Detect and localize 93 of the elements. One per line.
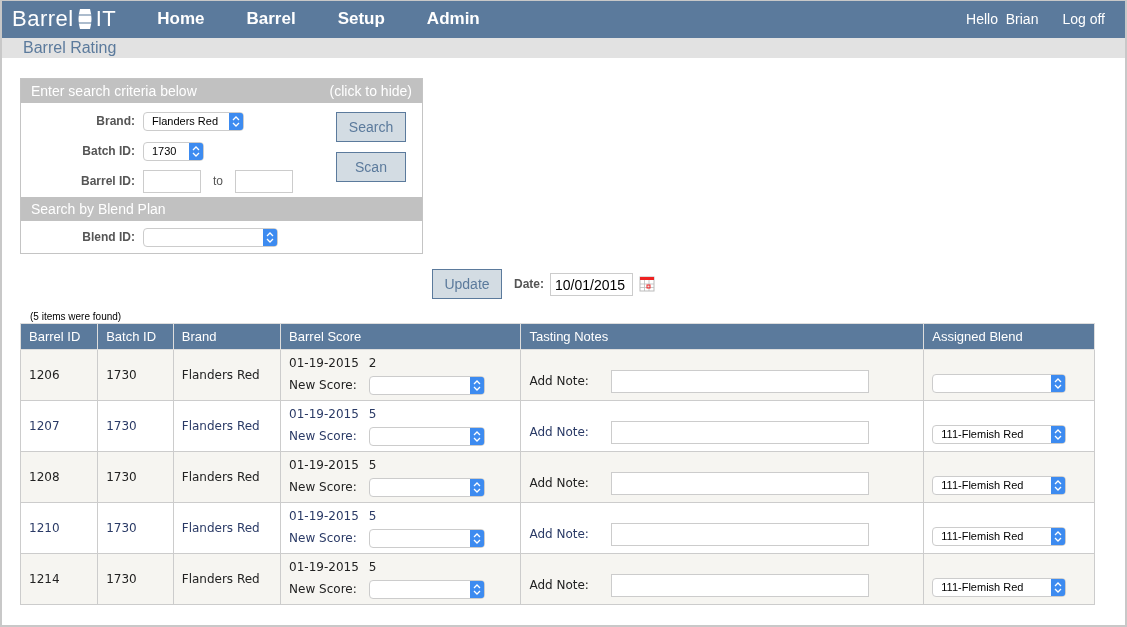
table-cell: 1206 [20,349,98,401]
result-count: (5 items were found) [30,311,123,322]
table-cell: Flanders Red [173,400,281,452]
column-header: Brand [173,323,281,350]
score-dropdown[interactable] [368,528,485,548]
nav-link[interactable]: Home [157,9,205,30]
date-label: Date: [514,277,544,291]
field-label: Batch ID: [81,144,135,158]
note-field[interactable] [610,369,869,393]
table-cell: 1214 [20,553,98,605]
caret-icon [1051,425,1066,443]
section-title: Search by Blend Plan [31,201,166,217]
score-date: 01-19-2015 [289,508,359,523]
panel-title: Enter search criteria below [31,83,197,99]
barrel-icon [76,8,93,31]
table-cell: 1730 [97,502,174,554]
score-dropdown[interactable] [368,426,485,446]
field-label: Blend ID: [81,230,135,244]
table-cell: 1730 [97,349,174,401]
score-dropdown[interactable] [368,375,485,395]
range-label: to [213,174,223,188]
table-cell: 1730 [97,553,174,605]
score-dropdown[interactable] [368,579,485,599]
score-value: 5 [368,559,377,574]
nav-link[interactable]: Setup [337,9,385,30]
score-value: 5 [368,508,377,523]
table-cell: Flanders Red [173,349,281,401]
date-field[interactable]: 10/01/2015 [550,272,633,296]
logo-text: Barrel [12,6,74,33]
field-label: New Score: [289,480,357,494]
note-field[interactable] [610,522,869,546]
greeting-text: Hello Brian [966,11,1039,28]
nav-link[interactable]: Barrel [246,9,296,30]
note-field[interactable] [610,471,869,495]
blend-dropdown[interactable] [932,373,1067,393]
calendar-icon[interactable] [639,276,655,292]
caret-icon [1051,476,1066,494]
score-value: 2 [368,355,377,370]
field-label: New Score: [289,429,357,443]
caret-icon [229,112,243,130]
blend-dropdown[interactable]: 111-Flemish Red [932,424,1067,444]
field-label: Add Note: [529,527,589,541]
table-cell: 1208 [20,451,98,503]
column-header: Barrel Score [280,323,521,350]
caret-icon [1051,578,1066,596]
column-header: Assigned Blend [923,323,1095,350]
table-cell: 1210 [20,502,98,554]
score-value: 5 [368,406,377,421]
input-field[interactable] [143,169,201,193]
action-button[interactable]: Search [336,112,406,142]
note-field[interactable] [610,573,869,597]
table-cell: 1730 [97,400,174,452]
caret-icon [189,142,203,160]
field-label: Brand: [95,114,135,128]
logo-text: IT [95,6,117,33]
table-cell: Flanders Red [173,451,281,503]
input-field[interactable] [235,169,293,193]
column-header: Batch ID [97,323,174,350]
score-date: 01-19-2015 [289,406,359,421]
field-label: Barrel ID: [79,174,135,188]
table-cell: 1207 [20,400,98,452]
score-value: 5 [368,457,377,472]
action-button[interactable]: Scan [336,152,406,182]
blend-dropdown[interactable]: 111-Flemish Red [932,526,1067,546]
field-label: Add Note: [529,374,589,388]
field-label: New Score: [289,378,357,392]
field-label: Add Note: [529,476,589,490]
field-label: New Score: [289,531,357,545]
caret-icon [1051,527,1066,545]
table-cell: Flanders Red [173,553,281,605]
logoff-link[interactable]: Log off [1062,11,1105,28]
score-date: 01-19-2015 [289,559,359,574]
batch-dropdown[interactable]: 1730 [143,141,204,161]
table-cell: 1730 [97,451,174,503]
nav-link[interactable]: Admin [426,9,480,30]
blend-dropdown[interactable]: 111-Flemish Red [932,475,1067,495]
field-label: New Score: [289,582,357,596]
caret-icon [1051,374,1066,392]
update-button[interactable]: Update [432,269,502,299]
page-title: Barrel Rating [2,37,1125,58]
blend-dropdown[interactable]: 111-Flemish Red [932,577,1067,597]
column-header: Barrel ID [20,323,98,350]
blend-dropdown[interactable] [143,227,278,247]
field-label: Add Note: [529,578,589,592]
brand-dropdown[interactable]: Flanders Red [143,111,244,131]
field-label: Add Note: [529,425,589,439]
score-date: 01-19-2015 [289,457,359,472]
caret-icon [263,228,277,246]
note-field[interactable] [610,420,869,444]
table-cell: Flanders Red [173,502,281,554]
score-date: 01-19-2015 [289,355,359,370]
column-header: Tasting Notes [520,323,924,350]
score-dropdown[interactable] [368,477,485,497]
